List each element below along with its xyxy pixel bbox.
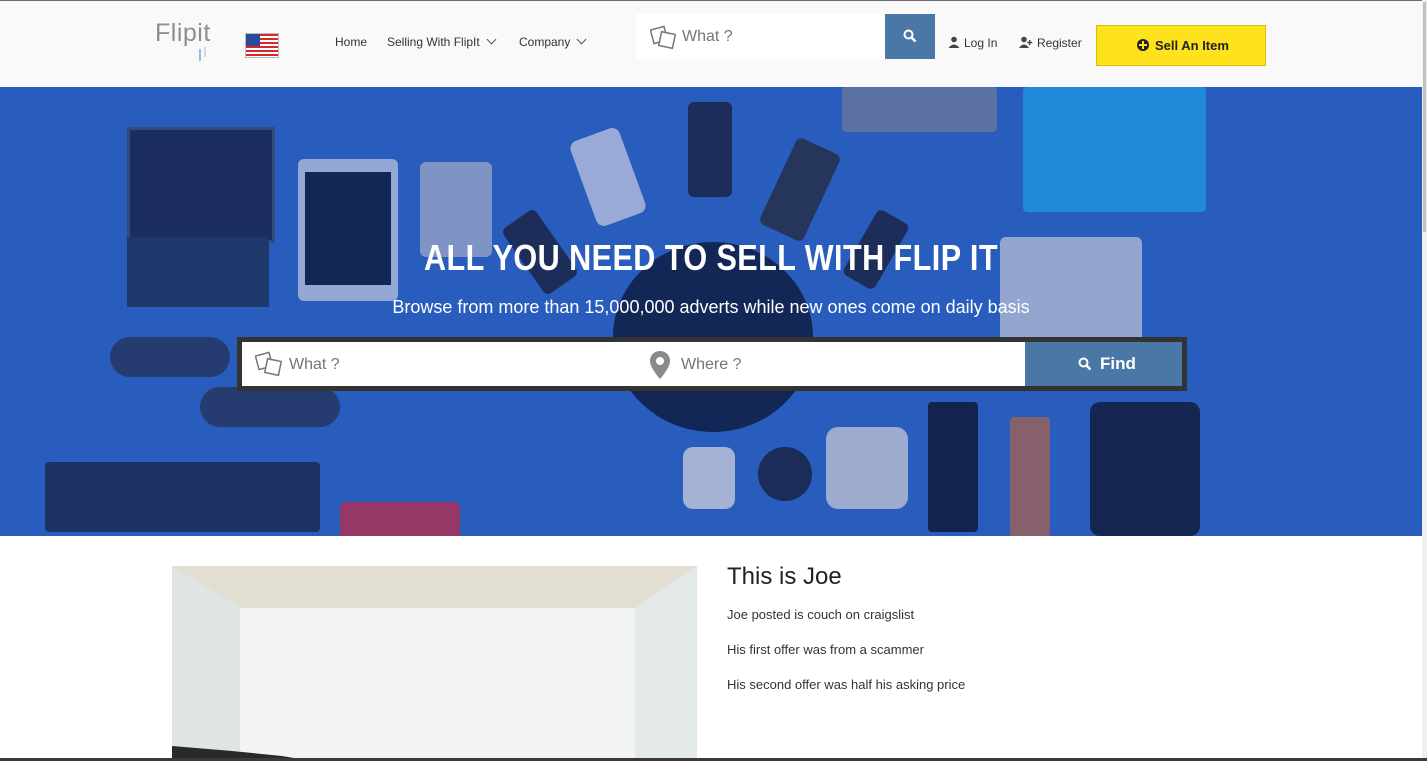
logo[interactable]: Flipit [155,19,211,61]
hero-banner: ALL YOU NEED TO SELL WITH FLIP IT Browse… [0,87,1422,536]
search-icon [1078,357,1092,371]
chevron-down-icon [576,34,587,45]
add-user-icon [1019,36,1033,48]
content-paragraph: His first offer was from a scammer [727,642,924,657]
box-icon [255,351,283,377]
sell-item-label: Sell An Item [1155,38,1229,53]
nav-home-label: Home [335,35,368,49]
header-search-button[interactable] [885,14,935,59]
flag-us-icon[interactable] [245,33,279,58]
nav-company[interactable]: Company [519,34,587,49]
header-search [636,14,885,59]
login-link[interactable]: Log In [948,35,997,50]
logo-mark [199,49,201,61]
register-label: Register [1037,36,1082,50]
logo-mark-light [204,47,206,57]
joe-room-photo [172,566,697,761]
content-paragraph: Joe posted is couch on craigslist [727,607,915,622]
user-icon [948,36,960,48]
register-link[interactable]: Register [1019,35,1082,50]
find-label: Find [1100,354,1136,373]
content-paragraph: His second offer was half his asking pri… [727,677,966,692]
page-scrollbar[interactable] [1422,0,1427,761]
logo-text: Flipit [155,19,211,47]
find-button[interactable]: Find [1025,342,1182,386]
hero-title: ALL YOU NEED TO SELL WITH FLIP IT [424,237,998,278]
hero-search-inner: Find [242,342,1182,386]
hero-search-bar: Find [237,337,1187,391]
login-label: Log In [964,36,998,50]
nav-selling[interactable]: Selling With FlipIt [387,34,497,49]
chevron-down-icon [486,34,497,45]
sell-item-button[interactable]: Sell An Item [1096,25,1266,66]
room-illustration [172,566,697,761]
plus-circle-icon [1137,39,1149,51]
content-title: This is Joe [727,563,842,590]
where-input[interactable] [679,351,1003,379]
scrollbar-thumb[interactable] [1423,2,1426,232]
map-pin-icon [650,351,670,379]
site-header: Flipit Home Selling With FlipIt Company … [0,1,1422,88]
nav-selling-label: Selling With FlipIt [387,35,480,49]
hero-subtitle: Browse from more than 15,000,000 adverts… [392,297,1030,317]
box-icon [650,25,677,50]
what-input[interactable] [287,351,611,379]
nav-home[interactable]: Home [335,35,367,49]
search-icon [903,29,917,43]
nav-company-label: Company [519,35,571,49]
header-search-input[interactable] [680,24,879,50]
